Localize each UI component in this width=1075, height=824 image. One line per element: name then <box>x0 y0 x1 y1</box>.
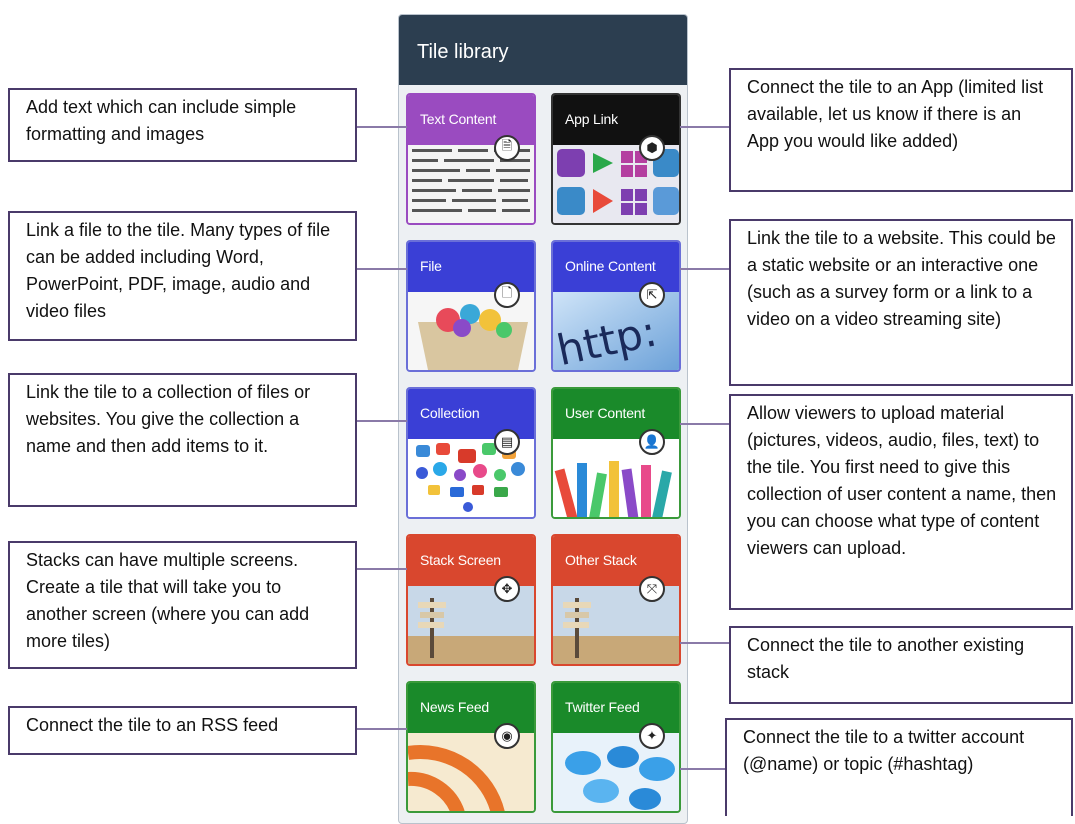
callout-file: Link a file to the tile. Many types of f… <box>8 211 357 341</box>
tile-label: Stack Screen <box>420 552 501 568</box>
tile-online-content[interactable]: Online Content ⇱ http: <box>551 240 681 372</box>
callout-collection: Link the tile to a collection of files o… <box>8 373 357 507</box>
tile-label: App Link <box>565 111 618 127</box>
panel-title: Tile library <box>417 41 509 63</box>
connector <box>357 568 407 570</box>
connector <box>357 420 407 422</box>
tile-label: Collection <box>420 405 480 421</box>
tile-user-content[interactable]: User Content 👤 <box>551 387 681 519</box>
tile-label: Other Stack <box>565 552 637 568</box>
callout-news-feed: Connect the tile to an RSS feed <box>8 706 357 755</box>
connector <box>680 642 730 644</box>
expand-icon[interactable]: ⤧ <box>639 576 665 602</box>
twitter-icon[interactable]: ✦ <box>639 723 665 749</box>
callout-other-stack: Connect the tile to another existing sta… <box>729 626 1073 704</box>
tile-text-content[interactable]: Text Content 🗎 <box>406 93 536 225</box>
app-icon[interactable]: ⬢ <box>639 135 665 161</box>
tile-collection[interactable]: Collection ▤ <box>406 387 536 519</box>
connector <box>680 126 730 128</box>
connector <box>357 728 407 730</box>
tile-stack-screen[interactable]: Stack Screen ✥ <box>406 534 536 666</box>
connector <box>680 423 730 425</box>
tile-library-panel: Tile library Text Content 🗎 App Link ⬢ F… <box>398 14 688 824</box>
callout-text-content: Add text which can include simple format… <box>8 88 357 162</box>
callout-twitter-feed: Connect the tile to a twitter account (@… <box>725 718 1073 816</box>
callout-app-link: Connect the tile to an App (limited list… <box>729 68 1073 192</box>
tile-app-link[interactable]: App Link ⬢ <box>551 93 681 225</box>
callout-online-content: Link the tile to a website. This could b… <box>729 219 1073 386</box>
tile-label: News Feed <box>420 699 490 715</box>
callout-stack-screen: Stacks can have multiple screens. Create… <box>8 541 357 669</box>
tile-label: File <box>420 258 442 274</box>
tile-label: Text Content <box>420 111 497 127</box>
tile-label: Online Content <box>565 258 656 274</box>
tile-news-feed[interactable]: News Feed ◉ <box>406 681 536 813</box>
collection-icon[interactable]: ▤ <box>494 429 520 455</box>
rss-icon[interactable]: ◉ <box>494 723 520 749</box>
connector <box>680 268 730 270</box>
connector <box>357 268 407 270</box>
connector <box>680 768 726 770</box>
callout-user-content: Allow viewers to upload material (pictur… <box>729 394 1073 610</box>
tile-other-stack[interactable]: Other Stack ⤧ <box>551 534 681 666</box>
tile-file[interactable]: File 🗋 <box>406 240 536 372</box>
panel-header: Tile library <box>399 15 687 85</box>
tile-label: Twitter Feed <box>565 699 640 715</box>
move-icon[interactable]: ✥ <box>494 576 520 602</box>
document-icon[interactable]: 🗎 <box>494 135 520 161</box>
file-icon[interactable]: 🗋 <box>494 282 520 308</box>
external-link-icon[interactable]: ⇱ <box>639 282 665 308</box>
connector <box>355 126 407 128</box>
tile-label: User Content <box>565 405 646 421</box>
tile-twitter-feed[interactable]: Twitter Feed ✦ <box>551 681 681 813</box>
user-icon[interactable]: 👤 <box>639 429 665 455</box>
